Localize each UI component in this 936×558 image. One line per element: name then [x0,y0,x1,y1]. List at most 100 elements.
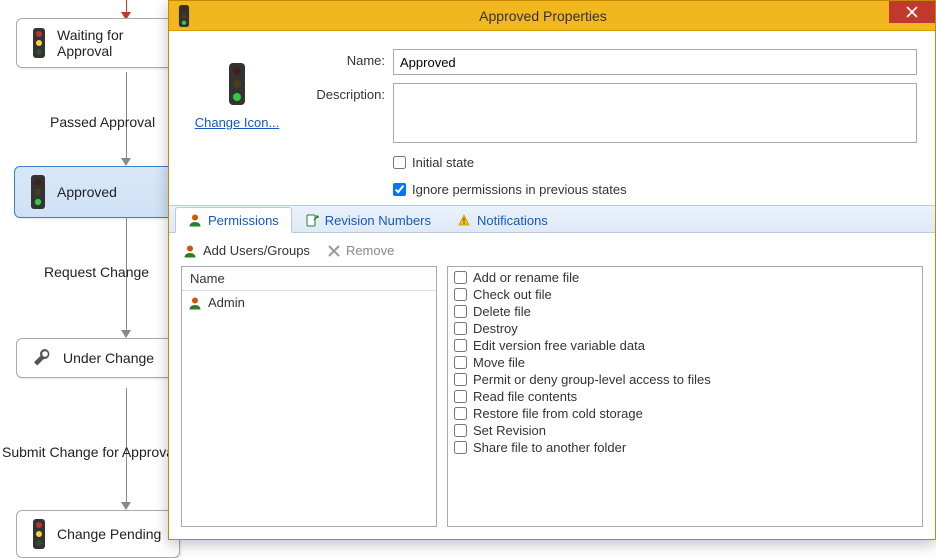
users-header: Name [182,267,436,291]
tab-label: Revision Numbers [325,213,431,228]
permission-label: Set Revision [473,423,546,438]
description-input[interactable] [393,83,917,143]
users-panel: Name Admin [181,266,437,527]
workflow-node-underchange[interactable]: Under Change [16,338,180,378]
close-button[interactable] [889,1,935,23]
permission-checkbox[interactable] [454,424,467,437]
workflow-node-label: Under Change [63,350,154,366]
add-users-button[interactable]: Add Users/Groups [183,243,310,258]
permission-row[interactable]: Read file contents [454,388,916,405]
permission-row[interactable]: Check out file [454,286,916,303]
user-name: Admin [208,295,245,310]
icon-column: Change Icon... [187,49,287,197]
traffic-light-icon [177,5,191,27]
initial-state-checkbox[interactable] [393,156,406,169]
tab-strip: Permissions Revision Numbers Notificatio… [169,205,935,233]
wrench-icon [31,347,53,369]
tab-revision[interactable]: Revision Numbers [292,207,444,233]
workflow-node-label: Approved [57,184,117,200]
close-icon [906,6,918,18]
rights-panel: Add or rename file Check out file Delete f… [447,266,923,527]
permission-checkbox[interactable] [454,407,467,420]
properties-dialog: Approved Properties Change Icon... Name: [168,0,936,540]
traffic-light-icon [31,519,47,549]
tab-permissions[interactable]: Permissions [175,207,292,233]
toolbar-label: Add Users/Groups [203,243,310,258]
users-list[interactable]: Admin [182,291,436,526]
permission-label: Share file to another folder [473,440,626,455]
user-icon [188,296,202,310]
permission-label: Add or rename file [473,270,579,285]
workflow-node-label: Waiting for Approval [57,27,123,59]
workflow-edge-label: Submit Change for Approval [2,444,177,460]
remove-icon [328,245,340,257]
description-field-row: Description: [305,83,917,143]
name-field-row: Name: [305,49,917,75]
arrowhead-icon [121,330,131,338]
tab-label: Notifications [477,213,548,228]
permission-label: Move file [473,355,525,370]
workflow-edge-label: Request Change [44,264,149,280]
ignore-prev-row: Ignore permissions in previous states [393,182,917,197]
tab-notifications[interactable]: Notifications [444,207,561,233]
permission-row[interactable]: Share file to another folder [454,439,916,456]
permission-row[interactable]: Delete file [454,303,916,320]
name-input[interactable] [393,49,917,75]
user-row[interactable]: Admin [188,293,430,312]
traffic-light-icon [29,175,47,209]
permission-label: Permit or deny group-level access to fil… [473,372,711,387]
arrowhead-icon [121,158,131,166]
traffic-light-icon [226,63,248,105]
remove-button[interactable]: Remove [328,243,394,258]
dialog-title: Approved Properties [191,8,935,24]
permissions-columns: Name Admin Add or rename file Check out f… [181,266,923,527]
permission-label: Delete file [473,304,531,319]
tab-label: Permissions [208,213,279,228]
workflow-node-approved[interactable]: Approved [14,166,174,218]
user-icon [188,213,202,227]
ignore-prev-label: Ignore permissions in previous states [412,182,627,197]
permission-label: Check out file [473,287,552,302]
permission-row[interactable]: Destroy [454,320,916,337]
permission-checkbox[interactable] [454,271,467,284]
traffic-light-icon [31,28,47,58]
bell-icon [457,214,471,228]
toolbar-label: Remove [346,243,394,258]
permission-label: Edit version free variable data [473,338,645,353]
permission-row[interactable]: Move file [454,354,916,371]
ignore-prev-checkbox[interactable] [393,183,406,196]
fields-column: Name: Description: Initial state Ignore … [305,49,917,197]
permission-checkbox[interactable] [454,339,467,352]
permission-row[interactable]: Edit version free variable data [454,337,916,354]
permission-row[interactable]: Set Revision [454,422,916,439]
permission-row[interactable]: Add or rename file [454,269,916,286]
user-icon [183,244,197,258]
dialog-titlebar[interactable]: Approved Properties [169,1,935,31]
change-icon-link[interactable]: Change Icon... [195,115,280,130]
permission-label: Destroy [473,321,518,336]
permission-checkbox[interactable] [454,441,467,454]
permission-label: Read file contents [473,389,577,404]
description-label: Description: [305,83,385,102]
initial-state-row: Initial state [393,155,917,170]
initial-state-label: Initial state [412,155,474,170]
permission-checkbox[interactable] [454,305,467,318]
permissions-panel: Add Users/Groups Remove Name Admin Add o… [169,233,935,539]
permission-row[interactable]: Restore file from cold storage [454,405,916,422]
permission-row[interactable]: Permit or deny group-level access to fil… [454,371,916,388]
permission-checkbox[interactable] [454,373,467,386]
workflow-node-waiting[interactable]: Waiting for Approval [16,18,180,68]
permission-checkbox[interactable] [454,322,467,335]
arrowhead-icon [121,502,131,510]
rights-list[interactable]: Add or rename file Check out file Delete f… [448,267,922,526]
permission-checkbox[interactable] [454,390,467,403]
permissions-toolbar: Add Users/Groups Remove [181,239,923,266]
top-section: Change Icon... Name: Description: Initia… [169,31,935,205]
dialog-body: Change Icon... Name: Description: Initia… [169,31,935,539]
workflow-edge-label: Passed Approval [50,114,155,130]
revision-icon [305,214,319,228]
name-label: Name: [305,49,385,68]
workflow-node-changepending[interactable]: Change Pending [16,510,180,558]
permission-checkbox[interactable] [454,356,467,369]
permission-checkbox[interactable] [454,288,467,301]
